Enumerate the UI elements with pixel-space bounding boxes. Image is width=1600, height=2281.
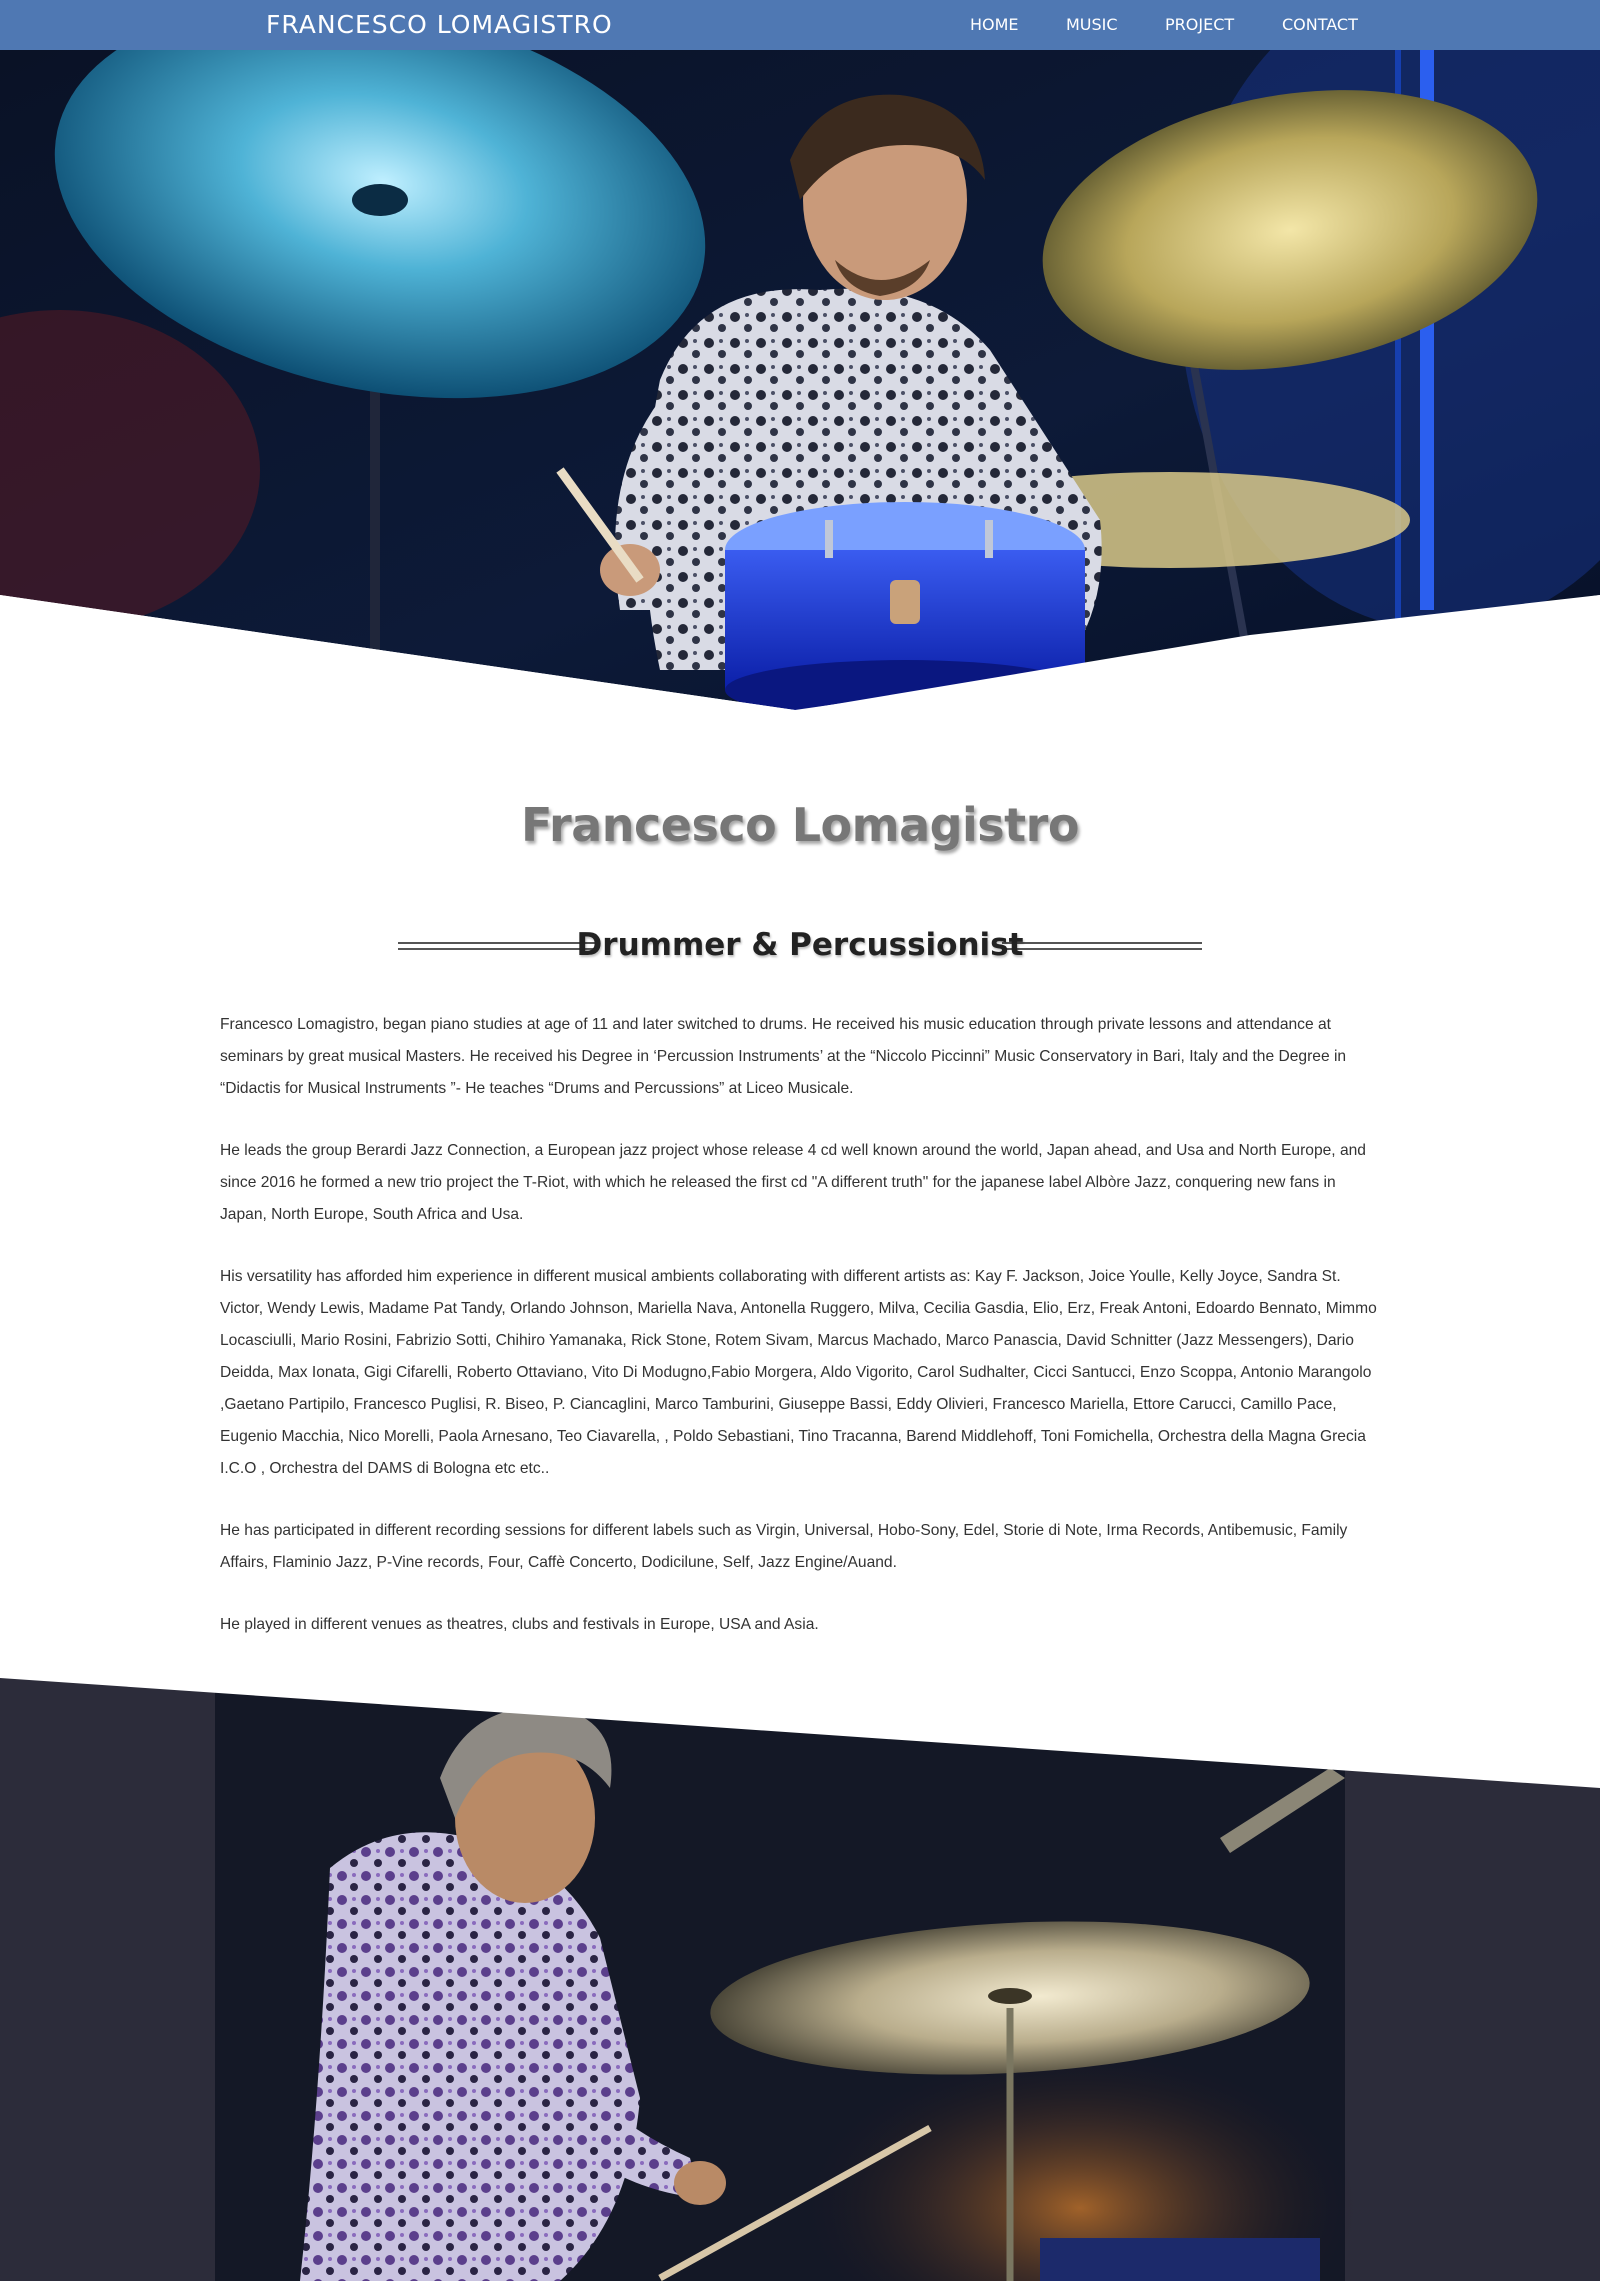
bio-paragraph: He played in different venues as theatre…: [220, 1616, 819, 1633]
subtitle: Drummer & Percussionist: [576, 927, 1024, 963]
page-title: Francesco Lomagistro: [521, 798, 1079, 852]
brand-logo-link[interactable]: FRANCESCO LOMAGISTRO: [266, 8, 613, 42]
bio-paragraph: He leads the group Berardi Jazz Connecti…: [220, 1142, 1366, 1223]
bio-paragraph: He has participated in different recordi…: [220, 1522, 1348, 1571]
subtitle-section: Drummer & Percussionist: [0, 925, 1600, 965]
performance-photo: [0, 1678, 1600, 2281]
bio-paragraph: Francesco Lomagistro, began piano studie…: [220, 1016, 1347, 1097]
hero-image: [0, 50, 1600, 710]
top-navbar: FRANCESCO LOMAGISTRO HOME MUSIC PROJECT …: [0, 0, 1600, 50]
drummer-performance-photo-icon: [0, 1678, 1600, 2281]
biography: Francesco Lomagistro, began piano studie…: [220, 1009, 1380, 1671]
bio-paragraph: His versatility has afforded him experie…: [220, 1268, 1377, 1477]
drummer-photo-icon: [0, 50, 1600, 710]
nav-link-music[interactable]: MUSIC: [1066, 14, 1118, 36]
nav-link-contact[interactable]: CONTACT: [1282, 14, 1358, 36]
nav-link-home[interactable]: HOME: [970, 14, 1019, 36]
nav-link-project[interactable]: PROJECT: [1165, 14, 1234, 36]
